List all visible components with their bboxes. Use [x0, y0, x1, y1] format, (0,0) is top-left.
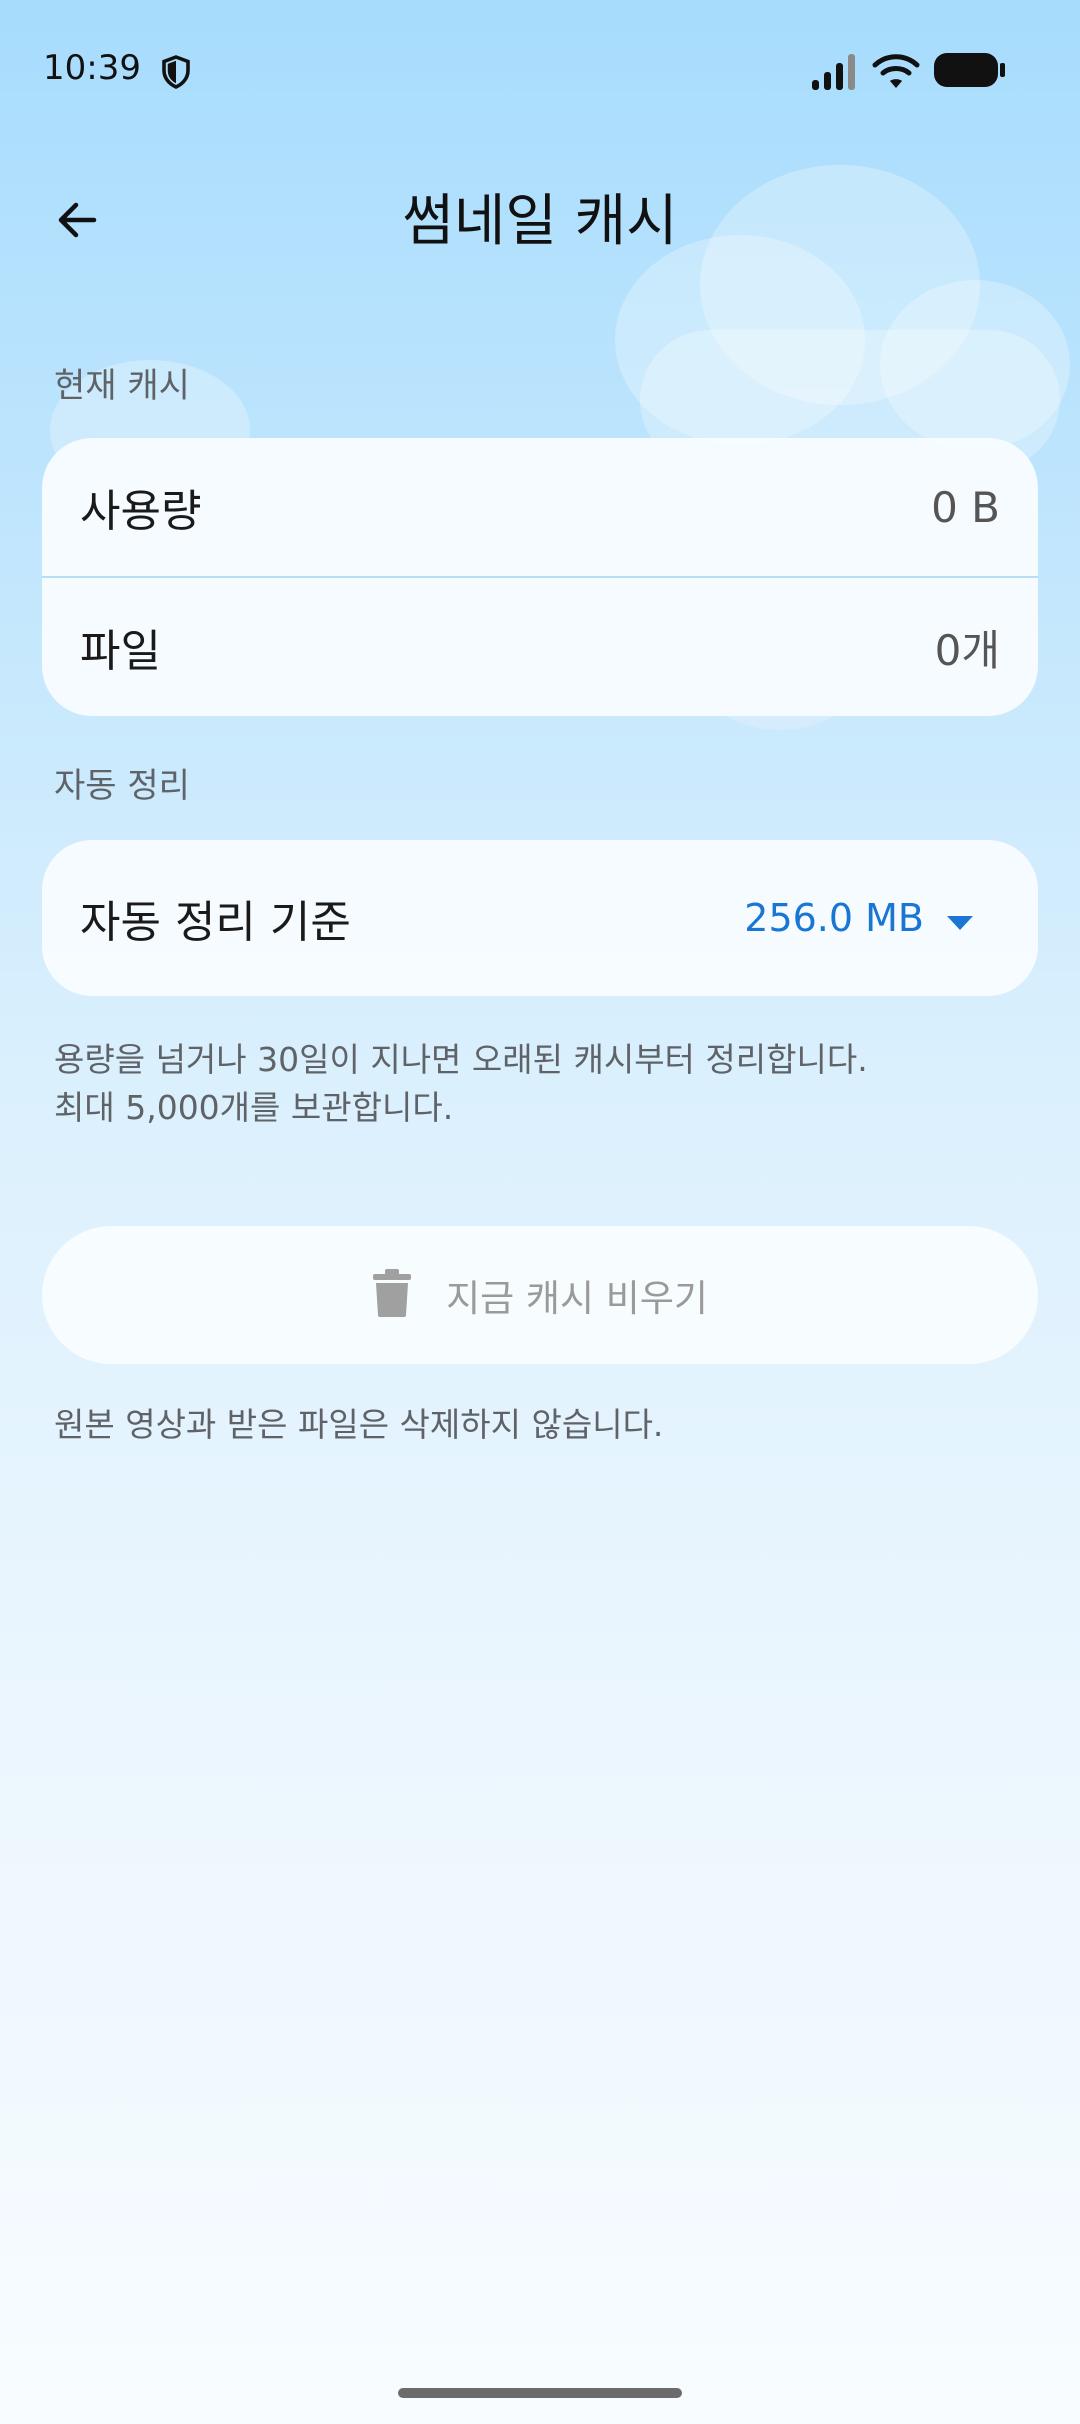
battery-icon	[932, 50, 1008, 94]
section-label-auto-cleanup: 자동 정리	[54, 766, 190, 806]
signal-icon	[810, 52, 858, 96]
description-line-2: 최대 5,000개를 보관합니다.	[54, 1088, 454, 1127]
page-title: 썸네일 캐시	[402, 189, 678, 254]
usage-label: 사용량	[80, 486, 202, 537]
home-indicator[interactable]	[398, 2388, 682, 2398]
caret-down-icon	[946, 896, 974, 940]
auto-cleanup-description: 용량을 넘거나 30일이 지나면 오래된 캐시부터 정리합니다. 최대 5,00…	[54, 1036, 868, 1132]
usage-value: 0 B	[931, 482, 1000, 532]
clear-cache-button[interactable]: 지금 캐시 비우기	[42, 1226, 1038, 1364]
threshold-value: 256.0 MB	[744, 896, 924, 940]
threshold-dropdown[interactable]: 256.0 MB	[744, 896, 974, 940]
wifi-icon	[872, 52, 920, 96]
auto-cleanup-threshold-row[interactable]: 자동 정리 기준 256.0 MB	[42, 840, 1038, 996]
shield-icon	[158, 54, 194, 94]
status-time: 10:39	[43, 48, 141, 88]
clear-cache-note: 원본 영상과 받은 파일은 삭제하지 않습니다.	[54, 1405, 664, 1444]
usage-row: 사용량 0 B	[42, 438, 1038, 576]
trash-icon	[372, 1268, 412, 1322]
threshold-label: 자동 정리 기준	[80, 897, 351, 948]
current-cache-card: 사용량 0 B 파일 0개	[42, 438, 1038, 716]
auto-cleanup-card: 자동 정리 기준 256.0 MB	[42, 840, 1038, 996]
description-line-1: 용량을 넘거나 30일이 지나면 오래된 캐시부터 정리합니다.	[54, 1040, 868, 1079]
section-label-current-cache: 현재 캐시	[54, 366, 190, 406]
files-label: 파일	[80, 626, 161, 677]
files-value: 0개	[934, 625, 1000, 675]
clear-cache-label: 지금 캐시 비우기	[446, 1277, 708, 1320]
files-row: 파일 0개	[42, 578, 1038, 716]
